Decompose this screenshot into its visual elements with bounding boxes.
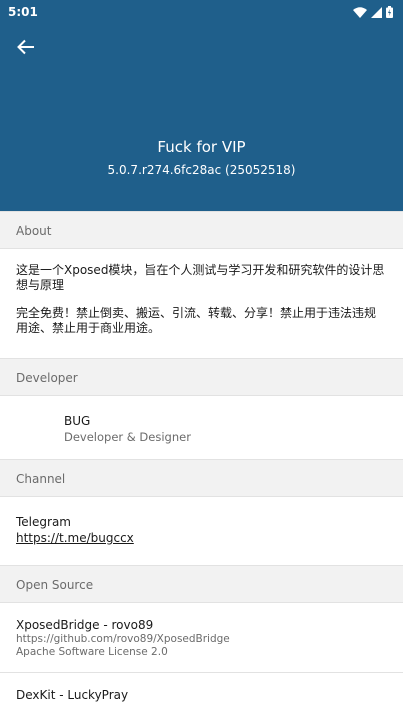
developer-item[interactable]: BUG Developer & Designer [0,396,403,459]
open-source-name: XposedBridge - rovo89 [16,618,154,632]
arrow-back-icon [17,39,34,55]
about-text-terms: 完全免费！禁止倒卖、搬运、引流、转载、分享！禁止用于违法违规用途、禁止用于商业用… [16,306,377,335]
app-header: 5:01 Fuck for VIP 5.0.7.r274.6fc28ac (25… [0,0,403,211]
open-source-item[interactable]: XposedBridge - rovo89 https://github.com… [0,603,403,673]
channel-name: Telegram [16,515,71,529]
app-version: 5.0.7.r274.6fc28ac (25052518) [107,163,296,177]
signal-icon [371,6,382,18]
open-source-license: Apache Software License 2.0 [16,646,168,658]
wifi-icon [353,6,367,18]
status-time: 5:01 [8,5,38,19]
app-name: Fuck for VIP [157,138,246,156]
developer-role: Developer & Designer [64,430,191,444]
section-header-about: About [0,211,403,249]
about-text-purpose: 这是一个Xposed模块，旨在个人测试与学习开发和研究软件的设计思想与原理 [16,263,385,292]
section-header-developer: Developer [0,358,403,396]
about-description: 这是一个Xposed模块，旨在个人测试与学习开发和研究软件的设计思想与原理 完全… [0,249,403,358]
status-icons [353,6,393,18]
developer-name: BUG [64,414,91,428]
channel-link[interactable]: https://t.me/bugccx [16,530,387,546]
channel-item-telegram[interactable]: Telegram https://t.me/bugccx [0,497,403,565]
status-bar: 5:01 [0,0,403,24]
open-source-name: DexKit - LuckyPray [16,688,129,702]
open-source-url: https://github.com/rovo89/XposedBridge [16,633,230,645]
about-content: About 这是一个Xposed模块，旨在个人测试与学习开发和研究软件的设计思想… [0,211,403,714]
battery-icon [386,6,393,18]
open-source-item[interactable]: DexKit - LuckyPray [0,673,403,714]
section-header-channel: Channel [0,459,403,497]
section-header-open-source: Open Source [0,565,403,603]
back-button[interactable] [14,36,38,58]
